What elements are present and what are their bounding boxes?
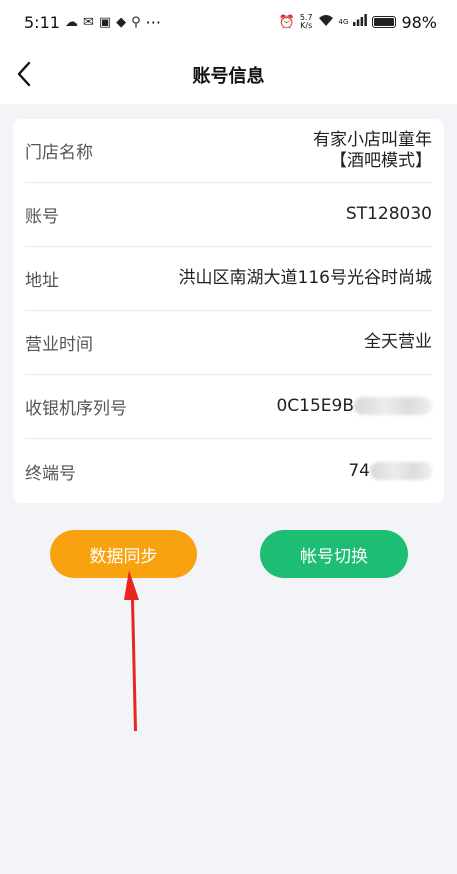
store-name-line2: 【酒吧模式】: [330, 150, 432, 171]
net-speed: 5.7 K/s: [300, 14, 313, 30]
address-value: 洪山区南湖大道116号光谷时尚城: [178, 268, 432, 288]
network-type: 4G: [338, 18, 349, 26]
info-row-address: 地址 洪山区南湖大道116号光谷时尚城: [25, 247, 432, 311]
terminal-number-value: 74: [348, 461, 432, 482]
serial-number-value: 0C15E9B: [276, 396, 432, 417]
status-time: 5:11: [24, 12, 60, 32]
more-notifications: ···: [145, 12, 161, 32]
battery-percent: 98%: [401, 12, 437, 32]
status-left: 5:11 ☁ ✉ ▣ ◆ ⚲ ···: [24, 13, 161, 32]
store-name-label: 门店名称: [25, 143, 93, 163]
info-row-business-hours: 营业时间 全天营业: [25, 311, 432, 375]
wifi-icon: [318, 14, 334, 31]
info-row-store-name: 门店名称 有家小店叫童年 【酒吧模式】: [25, 119, 432, 183]
nav-bar: 账号信息: [0, 44, 457, 104]
search-icon: ⚲: [131, 14, 141, 30]
net-speed-unit: K/s: [300, 21, 313, 30]
serial-number-text: 0C15E9B: [276, 396, 354, 416]
store-name-value: 有家小店叫童年 【酒吧模式】: [313, 130, 432, 172]
terminal-number-text: 74: [348, 460, 370, 481]
terminal-number-label: 终端号: [25, 463, 76, 484]
account-info-card: 门店名称 有家小店叫童年 【酒吧模式】 账号 ST128030 地址 洪山区南湖…: [13, 119, 444, 503]
serial-number-label: 收银机序列号: [25, 399, 127, 419]
account-label: 账号: [25, 207, 59, 227]
business-hours-value: 全天营业: [364, 332, 432, 352]
info-row-terminal-number: 终端号 74: [25, 439, 432, 503]
redacted-blur: [354, 397, 432, 415]
switch-account-button[interactable]: 帐号切换: [260, 530, 408, 578]
notification-icon: ◆: [116, 14, 127, 30]
status-right: ⏰ 5.7 K/s 4G 98%: [279, 13, 437, 32]
cloud-icon: ☁: [64, 14, 78, 30]
info-row-account: 账号 ST128030: [25, 183, 432, 247]
business-hours-label: 营业时间: [25, 335, 93, 355]
page-title: 账号信息: [192, 66, 265, 87]
data-sync-button[interactable]: 数据同步: [50, 530, 197, 578]
signal-icon: [353, 14, 368, 30]
address-label: 地址: [25, 271, 59, 291]
battery-icon: [372, 16, 397, 28]
status-bar: 5:11 ☁ ✉ ▣ ◆ ⚲ ··· ⏰ 5.7 K/s 4G 98%: [0, 0, 457, 44]
chat-icon: ✉: [82, 14, 94, 30]
store-name-line1: 有家小店叫童年: [313, 129, 432, 150]
alarm-icon: ⏰: [278, 14, 295, 30]
redacted-blur: [370, 461, 432, 480]
account-value: ST128030: [345, 204, 432, 224]
app-icon: ▣: [98, 14, 112, 30]
info-row-serial-number: 收银机序列号 0C15E9B: [25, 375, 432, 439]
